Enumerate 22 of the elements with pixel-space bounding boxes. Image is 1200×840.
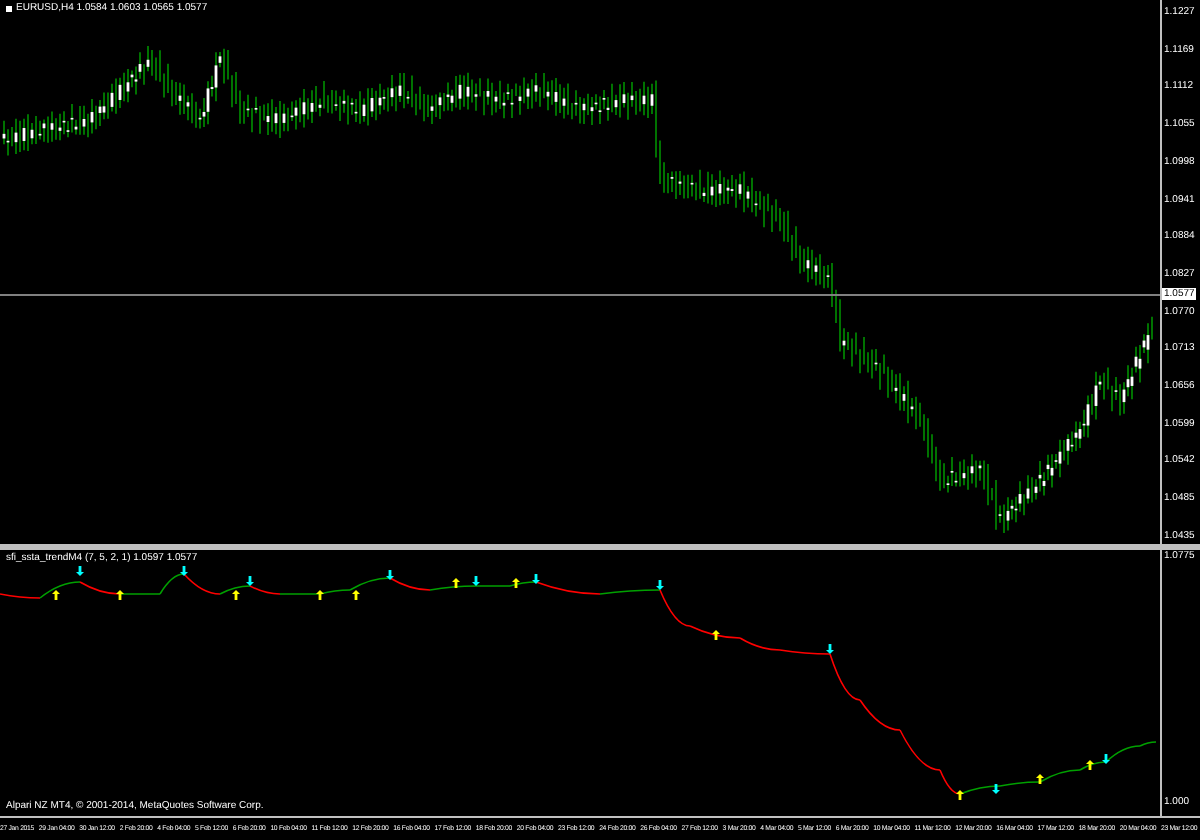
down-arrow-icon <box>656 580 664 590</box>
down-arrow-icon <box>76 566 84 576</box>
up-arrow-icon <box>116 590 124 600</box>
down-arrow-icon <box>386 570 394 580</box>
up-arrow-icon <box>1036 774 1044 784</box>
up-arrow-icon <box>512 578 520 588</box>
up-arrow-icon <box>52 590 60 600</box>
up-arrow-icon <box>452 578 460 588</box>
bullet-icon <box>6 6 12 12</box>
down-arrow-icon <box>826 644 834 654</box>
down-arrow-icon <box>246 576 254 586</box>
up-arrow-icon <box>316 590 324 600</box>
up-arrow-icon <box>352 590 360 600</box>
down-arrow-icon <box>1102 754 1110 764</box>
down-arrow-icon <box>180 566 188 576</box>
up-arrow-icon <box>956 790 964 800</box>
down-arrow-icon <box>992 784 1000 794</box>
up-arrow-icon <box>712 630 720 640</box>
up-arrow-icon <box>1086 760 1094 770</box>
up-arrow-icon <box>232 590 240 600</box>
down-arrow-icon <box>472 576 480 586</box>
down-arrow-icon <box>532 574 540 584</box>
